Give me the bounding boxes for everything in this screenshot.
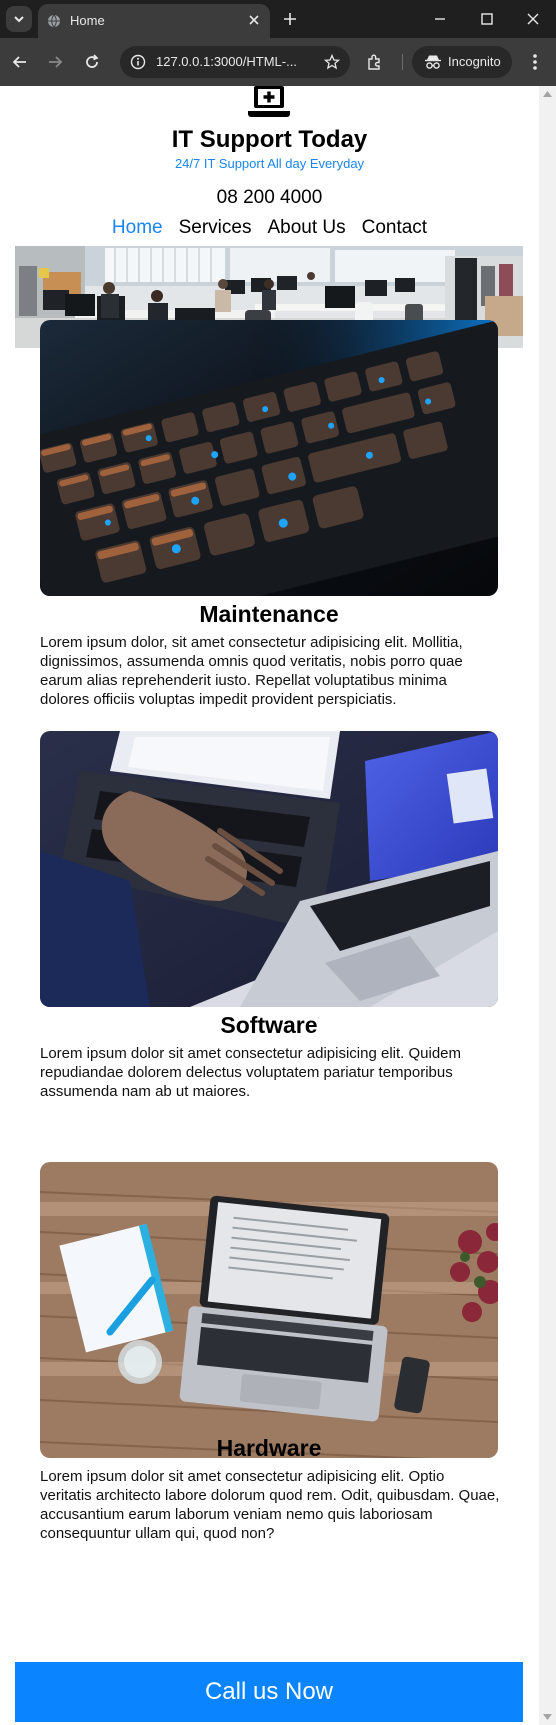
nav-contact[interactable]: Contact — [362, 217, 427, 239]
reload-icon[interactable] — [83, 53, 101, 71]
scroll-up-arrow-icon[interactable] — [543, 91, 552, 97]
call-us-now-button[interactable]: Call us Now — [15, 1662, 523, 1722]
tab-title: Home — [70, 13, 105, 28]
nav-services[interactable]: Services — [179, 217, 252, 239]
url-text: 127.0.0.1:3000/HTML-... — [156, 54, 297, 69]
maintenance-keyboard-image — [40, 320, 498, 596]
browser-tab[interactable]: Home — [38, 4, 270, 38]
nav-about-us[interactable]: About Us — [267, 217, 345, 239]
address-bar[interactable]: 127.0.0.1:3000/HTML-... — [120, 46, 350, 78]
incognito-icon — [425, 55, 441, 69]
chevron-down-icon — [14, 16, 24, 23]
minimize-icon[interactable] — [432, 11, 448, 27]
card-title-maintenance: Maintenance — [199, 601, 339, 627]
incognito-label: Incognito — [448, 54, 501, 69]
close-icon[interactable] — [248, 14, 260, 26]
software-laptops-image — [40, 731, 498, 1007]
card-text-hardware: Lorem ipsum dolor sit amet consectetur a… — [40, 1468, 500, 1542]
card-text-maintenance: Lorem ipsum dolor, sit amet consectetur … — [40, 634, 463, 708]
toolbar-separator — [402, 54, 403, 70]
card-title-hardware: Hardware — [216, 1435, 322, 1461]
more-menu-icon[interactable] — [526, 52, 544, 72]
site-title: IT Support Today — [171, 126, 368, 153]
card-text-software: Lorem ipsum dolor sit amet consectetur a… — [40, 1045, 462, 1100]
window-close-icon[interactable] — [525, 11, 541, 27]
globe-icon — [48, 14, 60, 28]
extensions-puzzle-icon[interactable] — [366, 53, 384, 71]
scroll-down-arrow-icon[interactable] — [543, 1714, 552, 1720]
laptop-medical-logo-icon — [248, 86, 290, 117]
phone-number[interactable]: 08 200 4000 — [0, 187, 539, 209]
incognito-badge[interactable]: Incognito — [412, 46, 512, 78]
card-title-software: Software — [220, 1012, 318, 1038]
page-scrollbar[interactable] — [539, 86, 556, 1725]
main-nav: Home Services About Us Contact — [0, 217, 539, 239]
page-viewport: IT Support Today 24/7 IT Support All day… — [0, 86, 556, 1725]
site-info-icon[interactable] — [130, 54, 146, 70]
tab-search-button[interactable] — [6, 6, 32, 32]
hardware-desk-laptop-image — [40, 1162, 498, 1458]
bookmark-star-icon[interactable] — [324, 54, 340, 70]
site-tagline: 24/7 IT Support All day Everyday — [174, 156, 365, 171]
browser-toolbar: 127.0.0.1:3000/HTML-... Incognito — [0, 38, 556, 86]
back-arrow-icon[interactable] — [11, 53, 29, 71]
forward-arrow-icon[interactable] — [46, 53, 64, 71]
browser-tab-strip: Home — [0, 0, 556, 38]
nav-home[interactable]: Home — [112, 217, 163, 239]
new-tab-plus-icon[interactable] — [282, 11, 298, 27]
maximize-icon[interactable] — [479, 11, 495, 27]
